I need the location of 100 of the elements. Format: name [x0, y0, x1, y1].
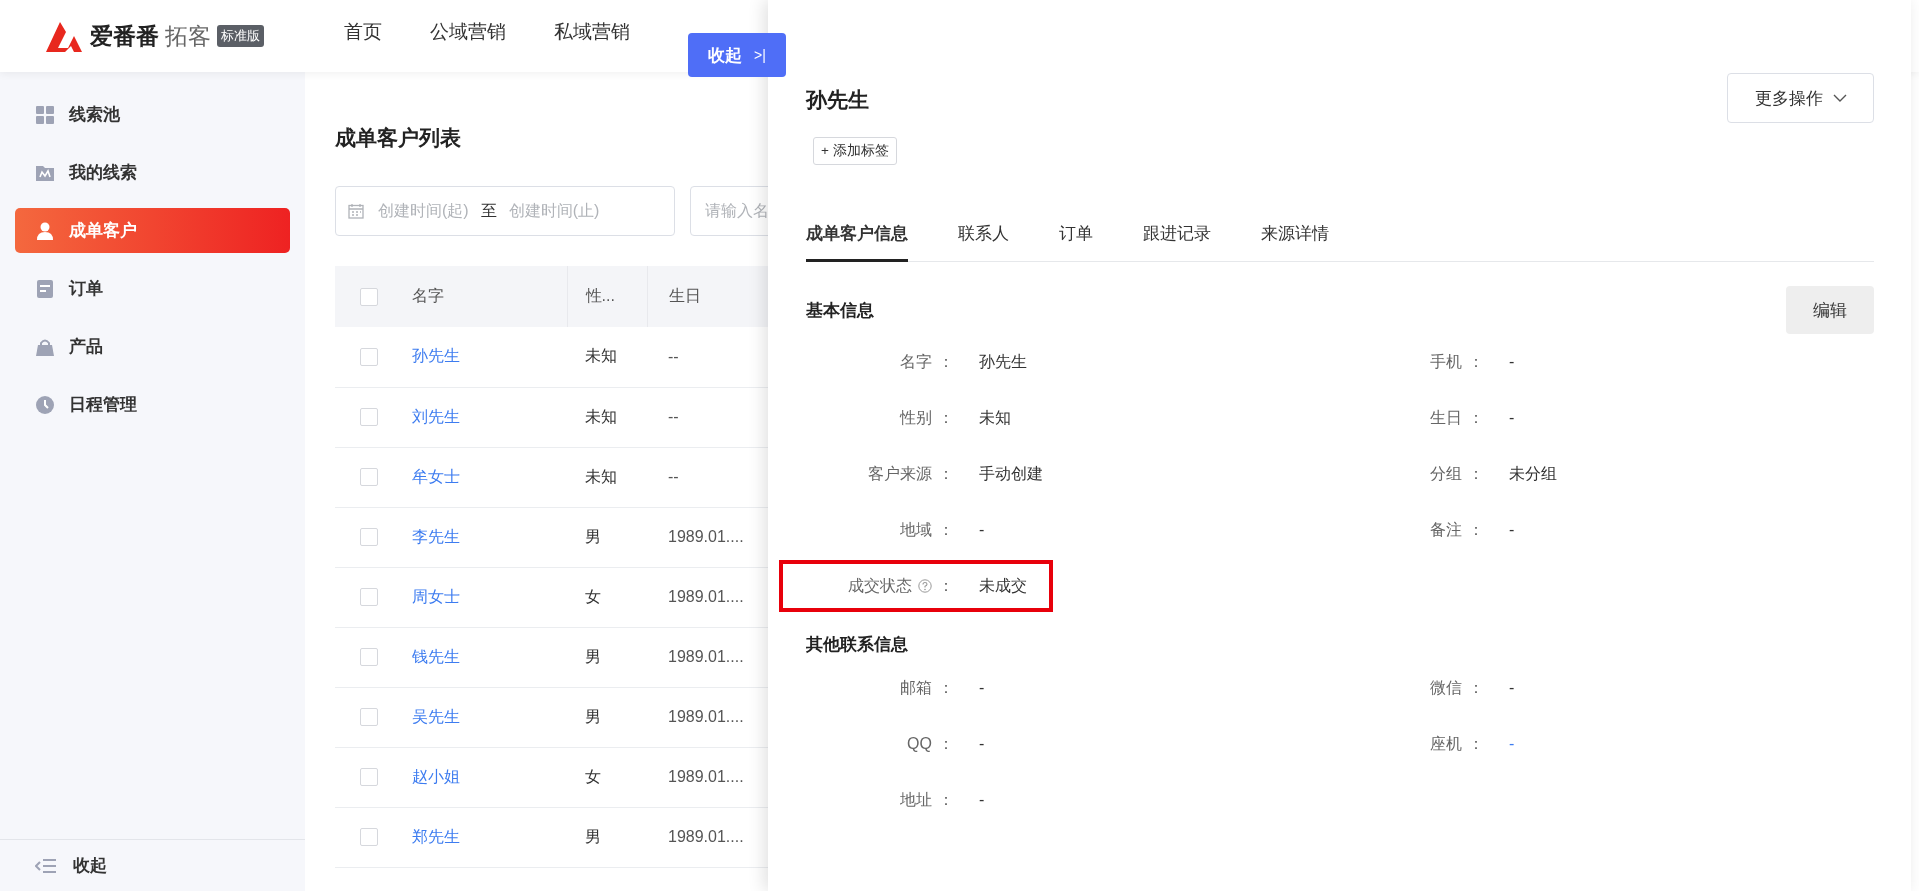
label-colon: ：: [1468, 351, 1484, 372]
field-label: 座机: [1430, 733, 1462, 754]
checkbox[interactable]: [360, 828, 378, 846]
field-label: 性别: [900, 407, 932, 428]
table-cell: --: [668, 468, 679, 485]
field-value: -: [1509, 409, 1515, 427]
field-label: QQ: [907, 735, 932, 753]
table-cell: 男: [585, 647, 601, 665]
field-value: -: [1509, 679, 1515, 697]
person-icon: [35, 220, 55, 241]
field-value: -: [1509, 353, 1515, 371]
table-cell: 男: [585, 527, 601, 545]
sidebar-item[interactable]: 我的线索: [15, 150, 290, 195]
field-label: 邮箱: [900, 677, 932, 698]
table-cell: --: [668, 408, 679, 425]
table-cell: --: [668, 347, 679, 365]
label-colon: ：: [1468, 407, 1484, 428]
customer-name: 孙先生: [806, 87, 869, 113]
brand-name: 爱番番: [90, 21, 159, 51]
collapse-button[interactable]: 收起 >|: [688, 33, 786, 77]
help-icon: [918, 579, 932, 593]
sidebar-item[interactable]: 线索池: [15, 92, 290, 137]
table-cell: 男: [585, 827, 601, 845]
customer-name-link[interactable]: 牟女士: [412, 467, 460, 485]
field-value-link[interactable]: -: [1509, 735, 1515, 753]
table-cell: 1989.01....: [668, 768, 744, 785]
start-date-placeholder: 创建时间(起): [378, 200, 469, 221]
table-cell: 男: [585, 707, 601, 725]
document-icon: [35, 278, 55, 299]
collapse-button[interactable]: 收起: [0, 839, 305, 891]
label-colon: ：: [938, 519, 954, 540]
sidebar-item[interactable]: 订单: [15, 266, 290, 311]
field-label: 地址: [900, 789, 932, 810]
nav-item[interactable]: 首页: [344, 19, 382, 45]
field-label: 微信: [1430, 677, 1462, 698]
checkbox[interactable]: [360, 347, 378, 366]
checkbox[interactable]: [360, 588, 378, 606]
field-value: -: [979, 791, 985, 809]
section-title: 其他联系信息: [806, 633, 908, 656]
label-colon: ：: [1468, 463, 1484, 484]
customer-name-link[interactable]: 钱先生: [412, 647, 460, 665]
calendar-icon: [348, 203, 364, 219]
end-date-placeholder: 创建时间(止): [508, 200, 600, 221]
add-tag-button[interactable]: + 添加标签: [813, 137, 897, 165]
checkbox[interactable]: [360, 648, 378, 666]
customer-name-link[interactable]: 赵小姐: [412, 767, 460, 785]
customer-name-link[interactable]: 孙先生: [412, 347, 460, 365]
customer-name-link[interactable]: 郑先生: [412, 827, 460, 845]
table-cell: 1989.01....: [668, 708, 744, 725]
collapse-icon: [35, 857, 57, 874]
field-label: 客户来源: [868, 463, 932, 484]
checkbox[interactable]: [360, 708, 378, 726]
table-cell: 1989.01....: [668, 528, 744, 545]
checkbox[interactable]: [360, 768, 378, 786]
field-value: -: [979, 521, 985, 539]
field-value: -: [979, 735, 985, 753]
checkbox[interactable]: [360, 408, 378, 426]
field-value: 手动创建: [979, 463, 1043, 484]
tab[interactable]: 跟进记录: [1143, 222, 1211, 262]
table-cell: 1989.01....: [668, 588, 744, 605]
edit-button[interactable]: 编辑: [1786, 286, 1874, 334]
table-cell: 未知: [585, 407, 617, 425]
tab[interactable]: 来源详情: [1261, 222, 1329, 262]
field-value: 未分组: [1509, 463, 1557, 484]
table-cell: 1989.01....: [668, 828, 744, 845]
field-label: 备注: [1430, 519, 1462, 540]
grid-icon: [35, 104, 55, 125]
field-value: -: [979, 679, 985, 697]
sidebar-item[interactable]: 日程管理: [15, 382, 290, 427]
label-colon: ：: [938, 789, 954, 810]
field-label: 分组: [1430, 463, 1462, 484]
checkbox[interactable]: [360, 287, 378, 306]
customer-name-link[interactable]: 周女士: [412, 587, 460, 605]
more-actions-button[interactable]: 更多操作: [1727, 73, 1874, 123]
column-header: 性...: [567, 266, 647, 327]
customer-name-link[interactable]: 李先生: [412, 527, 460, 545]
nav-item[interactable]: 私域营销: [554, 19, 630, 45]
table-cell: 未知: [585, 467, 617, 485]
field-value: 孙先生: [979, 351, 1027, 372]
date-range-field[interactable]: 创建时间(起) 至 创建时间(止): [335, 186, 675, 236]
column-header: 名字: [412, 266, 567, 327]
field-label: 手机: [1430, 351, 1462, 372]
sidebar-item[interactable]: 成单客户: [15, 208, 290, 253]
field-value: 未知: [979, 407, 1011, 428]
tab[interactable]: 订单: [1059, 222, 1093, 262]
label-colon: ：: [1468, 519, 1484, 540]
customer-name-link[interactable]: 吴先生: [412, 707, 460, 725]
field-value: 未成交: [979, 575, 1027, 596]
checkbox[interactable]: [360, 468, 378, 486]
label-colon: ：: [1468, 677, 1484, 698]
sidebar-item[interactable]: 产品: [15, 324, 290, 369]
tab[interactable]: 成单客户信息: [806, 222, 908, 262]
customer-name-link[interactable]: 刘先生: [412, 407, 460, 425]
label-colon: ：: [938, 575, 954, 596]
nav-item[interactable]: 公域营销: [430, 19, 506, 45]
label-colon: ：: [938, 677, 954, 698]
checkbox[interactable]: [360, 528, 378, 546]
tab[interactable]: 联系人: [958, 222, 1009, 262]
field-label: 生日: [1430, 407, 1462, 428]
table-cell: 女: [585, 767, 601, 785]
